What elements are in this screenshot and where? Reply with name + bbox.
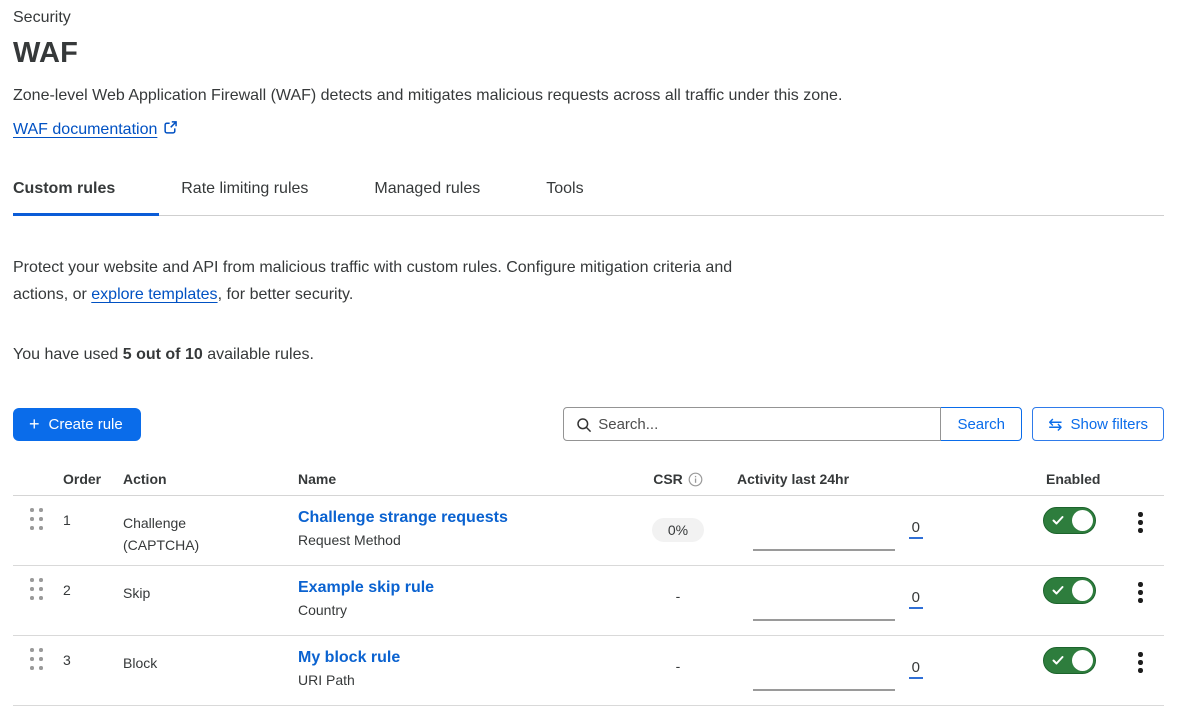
breadcrumb: Security (13, 8, 1164, 27)
toolbar: + Create rule Search ⇆ Show filters (13, 407, 1164, 441)
enabled-toggle[interactable] (1043, 577, 1096, 604)
rule-name-link[interactable]: Example skip rule (298, 579, 434, 597)
rule-field: Request Method (298, 532, 628, 548)
tab-custom-rules[interactable]: Custom rules (13, 179, 159, 216)
table-row: 2 Skip Example skip rule Country - 0 (13, 566, 1164, 636)
usage-text: You have used 5 out of 10 available rule… (13, 345, 1164, 364)
header-name: Name (298, 471, 628, 487)
rule-order: 3 (63, 636, 123, 705)
rule-action: Challenge(CAPTCHA) (123, 496, 298, 565)
table-header-row: Order Action Name CSR Activity last 24hr… (13, 471, 1164, 496)
rule-action: Block (123, 636, 298, 705)
enabled-toggle[interactable] (1043, 647, 1096, 674)
waf-page: Security WAF Zone-level Web Application … (0, 0, 1177, 706)
drag-handle-icon[interactable] (30, 508, 63, 530)
explore-templates-link[interactable]: explore templates (91, 286, 217, 303)
external-link-icon (163, 120, 178, 140)
kebab-menu-icon[interactable] (1130, 649, 1150, 676)
header-enabled: Enabled (938, 471, 1121, 487)
rule-name-link[interactable]: My block rule (298, 649, 400, 667)
check-icon (1052, 655, 1064, 666)
intro-text-after: , for better security. (218, 286, 354, 303)
activity-value-link[interactable]: 0 (909, 519, 923, 539)
rules-table: Order Action Name CSR Activity last 24hr… (13, 471, 1164, 706)
info-icon[interactable] (688, 472, 703, 487)
drag-handle-icon[interactable] (30, 648, 63, 670)
header-csr-label: CSR (653, 471, 683, 487)
activity-value-link[interactable]: 0 (909, 659, 923, 679)
activity-sparkline (753, 619, 895, 621)
show-filters-button[interactable]: ⇆ Show filters (1032, 407, 1164, 441)
activity-sparkline (753, 549, 895, 551)
tab-tools[interactable]: Tools (546, 179, 627, 216)
usage-prefix: You have used (13, 346, 123, 363)
activity-sparkline (753, 689, 895, 691)
waf-documentation-link[interactable]: WAF documentation (13, 121, 157, 139)
search-icon (576, 417, 592, 433)
header-order: Order (63, 471, 123, 487)
check-icon (1052, 585, 1064, 596)
usage-suffix: available rules. (203, 346, 314, 363)
show-filters-label: Show filters (1070, 416, 1148, 433)
rule-action: Skip (123, 566, 298, 635)
kebab-menu-icon[interactable] (1130, 579, 1150, 606)
enabled-toggle[interactable] (1043, 507, 1096, 534)
csr-value: - (676, 658, 681, 674)
table-row: 3 Block My block rule URI Path - 0 (13, 636, 1164, 706)
check-icon (1052, 515, 1064, 526)
drag-handle-icon[interactable] (30, 578, 63, 600)
rule-order: 2 (63, 566, 123, 635)
rule-field: URI Path (298, 672, 628, 688)
header-csr: CSR (628, 471, 728, 487)
tab-bar: Custom rules Rate limiting rules Managed… (13, 179, 1164, 216)
tab-managed-rules[interactable]: Managed rules (374, 179, 524, 216)
csr-badge: 0% (652, 518, 704, 542)
usage-count: 5 out of 10 (123, 346, 203, 363)
search-input[interactable] (598, 408, 933, 440)
page-title: WAF (13, 36, 1164, 70)
header-action: Action (123, 471, 298, 487)
rule-name-link[interactable]: Challenge strange requests (298, 509, 508, 527)
filter-arrows-icon: ⇆ (1048, 416, 1062, 433)
create-rule-label: Create rule (49, 416, 123, 433)
page-description: Zone-level Web Application Firewall (WAF… (13, 86, 1164, 105)
rule-field: Country (298, 602, 628, 618)
activity-value-link[interactable]: 0 (909, 589, 923, 609)
search-group: Search (563, 407, 1022, 441)
plus-icon: + (29, 415, 40, 433)
csr-value: - (676, 588, 681, 604)
kebab-menu-icon[interactable] (1130, 509, 1150, 536)
tab-rate-limiting-rules[interactable]: Rate limiting rules (181, 179, 352, 216)
search-button[interactable]: Search (940, 407, 1022, 441)
header-activity: Activity last 24hr (728, 471, 938, 487)
intro-text: Protect your website and API from malici… (13, 254, 758, 308)
rule-order: 1 (63, 496, 123, 565)
table-row: 1 Challenge(CAPTCHA) Challenge strange r… (13, 496, 1164, 566)
create-rule-button[interactable]: + Create rule (13, 408, 141, 441)
